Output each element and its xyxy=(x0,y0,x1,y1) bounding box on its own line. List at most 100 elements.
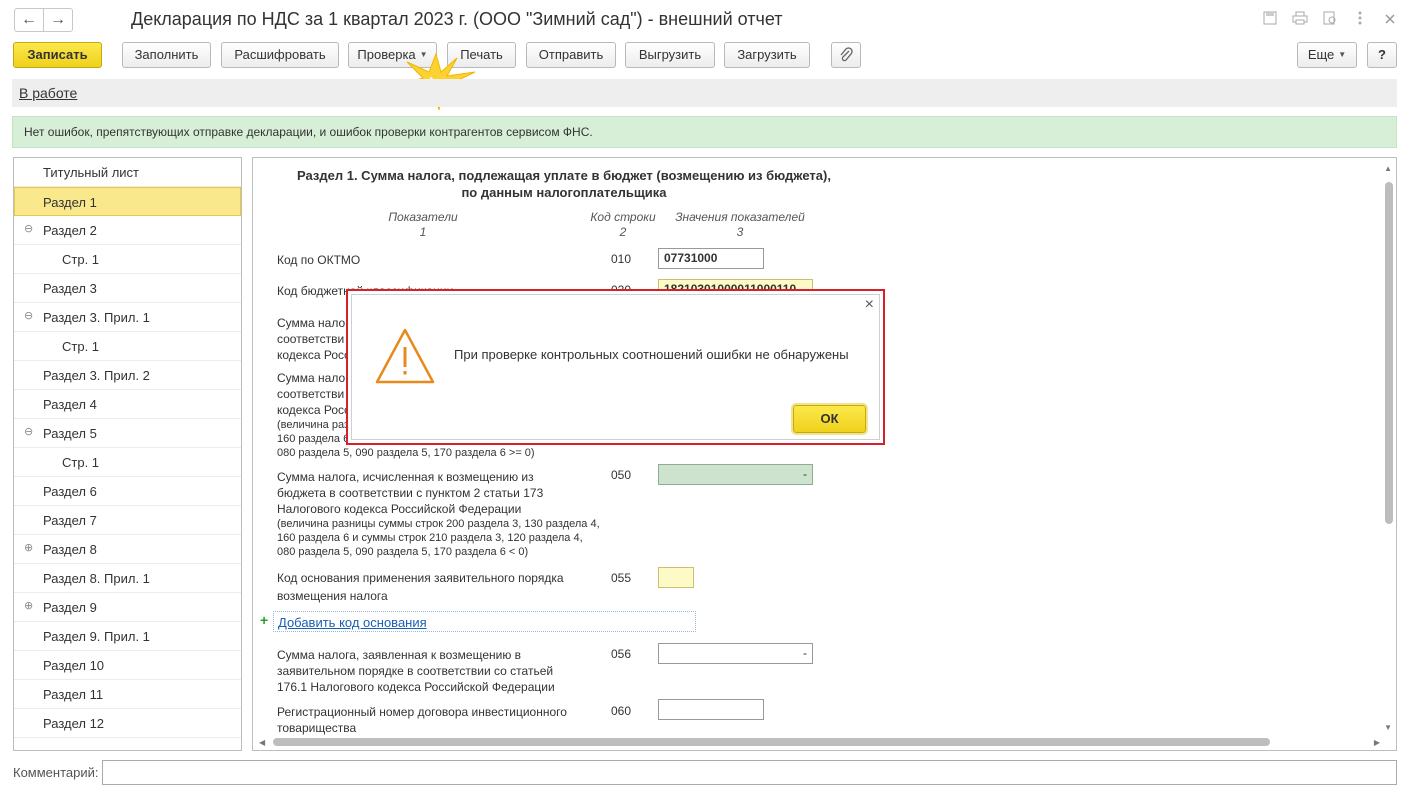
sidebar-item-section-5-page-1[interactable]: Стр. 1 xyxy=(14,448,241,477)
sidebar-item-section-2[interactable]: ⊖ Раздел 2 xyxy=(14,216,241,245)
sidebar-item-label: Раздел 9. Прил. 1 xyxy=(43,629,150,644)
status-link[interactable]: В работе xyxy=(19,85,77,101)
declared-refund-field[interactable]: - xyxy=(658,643,813,664)
sidebar-item-section-9-app-1[interactable]: Раздел 9. Прил. 1 xyxy=(14,622,241,651)
sidebar-item-section-7[interactable]: Раздел 7 xyxy=(14,506,241,535)
scroll-up-icon[interactable]: ▲ xyxy=(1384,164,1392,173)
close-window-icon[interactable] xyxy=(1381,11,1399,29)
add-basis-link[interactable]: Добавить код основания xyxy=(278,615,427,630)
dialog-message: При проверке контрольных соотношений оши… xyxy=(454,347,849,362)
attach-button[interactable] xyxy=(831,42,861,68)
investment-contract-field[interactable] xyxy=(658,699,764,720)
sidebar-item-label: Раздел 1 xyxy=(43,195,97,210)
sidebar-item-section-8-app-1[interactable]: Раздел 8. Прил. 1 xyxy=(14,564,241,593)
save-button[interactable]: Записать xyxy=(13,42,102,68)
sidebar-item-section-10[interactable]: Раздел 10 xyxy=(14,651,241,680)
import-button[interactable]: Загрузить xyxy=(724,42,810,68)
horizontal-scrollbar[interactable] xyxy=(273,738,1361,746)
decode-button[interactable]: Расшифровать xyxy=(221,42,339,68)
sidebar-item-label: Раздел 6 xyxy=(43,484,97,499)
oktmo-field[interactable]: 07731000 xyxy=(658,248,764,269)
column-header-label: Показатели xyxy=(388,210,458,224)
section-title: Раздел 1. Сумма налога, подлежащая уплат… xyxy=(253,167,875,201)
fill-button[interactable]: Заполнить xyxy=(122,42,211,68)
sidebar-item-label: Титульный лист xyxy=(43,165,140,180)
column-header-code: Код строки 2 xyxy=(583,210,663,240)
row-note-line: (величина разницы суммы строк 200 раздел… xyxy=(277,518,600,530)
row-label-055: Код основания применения заявительного п… xyxy=(277,570,564,604)
scroll-thumb[interactable] xyxy=(273,738,1270,746)
scroll-right-icon[interactable]: ▶ xyxy=(1374,738,1380,747)
print-icon[interactable] xyxy=(1291,11,1309,29)
export-button[interactable]: Выгрузить xyxy=(625,42,715,68)
sidebar-item-section-6[interactable]: Раздел 6 xyxy=(14,477,241,506)
sidebar-item-label: Раздел 9 xyxy=(43,600,97,615)
sidebar-item-section-11[interactable]: Раздел 11 xyxy=(14,680,241,709)
sidebar-item-section-8[interactable]: ⊕ Раздел 8 xyxy=(14,535,241,564)
sidebar-item-label: Раздел 2 xyxy=(43,223,97,238)
sidebar-item-label: Стр. 1 xyxy=(62,339,100,354)
sidebar-item-section-9[interactable]: ⊕ Раздел 9 xyxy=(14,593,241,622)
scroll-thumb[interactable] xyxy=(1385,182,1393,524)
back-button[interactable]: ← xyxy=(14,8,44,32)
sidebar-item-section-2-page-1[interactable]: Стр. 1 xyxy=(14,245,241,274)
arrow-right-icon: → xyxy=(50,11,66,28)
sidebar-item-section-3-app-1[interactable]: ⊖ Раздел 3. Прил. 1 xyxy=(14,303,241,332)
sidebar-item-section-3-app-2[interactable]: Раздел 3. Прил. 2 xyxy=(14,361,241,390)
window-title: Декларация по НДС за 1 квартал 2023 г. (… xyxy=(131,9,783,29)
form-panel: Раздел 1. Сумма налога, подлежащая уплат… xyxy=(252,157,1397,751)
section-title-line-1: Раздел 1. Сумма налога, подлежащая уплат… xyxy=(297,168,831,183)
forward-button[interactable]: → xyxy=(43,8,73,32)
expand-icon[interactable]: ⊕ xyxy=(24,599,33,612)
column-header-number: 1 xyxy=(419,225,427,239)
preview-icon[interactable] xyxy=(1321,11,1339,29)
row-label-line: бюджета в соответствии с пунктом 2 стать… xyxy=(277,486,544,500)
collapse-icon[interactable]: ⊖ xyxy=(24,309,33,322)
collapse-icon[interactable]: ⊖ xyxy=(24,425,33,438)
row-label-line: кодекса Росс xyxy=(277,348,351,362)
sidebar-item-label: Стр. 1 xyxy=(62,455,100,470)
row-label-line: возмещения налога xyxy=(277,589,388,603)
row-label-oktmo: Код по ОКТМО xyxy=(277,253,361,267)
sidebar-item-section-4[interactable]: Раздел 4 xyxy=(14,390,241,419)
add-basis-row: + Добавить код основания xyxy=(260,611,696,632)
sidebar-item-label: Раздел 8 xyxy=(43,542,97,557)
column-header-indicators: Показатели 1 xyxy=(363,210,483,240)
ok-button[interactable]: ОК xyxy=(791,403,868,435)
row-code-055: 055 xyxy=(611,571,632,585)
comment-input[interactable] xyxy=(102,760,1397,785)
scroll-down-icon[interactable]: ▼ xyxy=(1384,723,1392,732)
row-label-050: Сумма налога, исчисленная к возмещению и… xyxy=(277,469,600,559)
tax-refund-field[interactable]: - xyxy=(658,464,813,485)
row-code-060: 060 xyxy=(611,704,632,718)
comment-label: Комментарий: xyxy=(13,765,99,780)
row-code-056: 056 xyxy=(611,647,632,661)
close-icon[interactable]: × xyxy=(865,296,874,314)
sidebar-item-section-3-app-1-page-1[interactable]: Стр. 1 xyxy=(14,332,241,361)
row-code-050: 050 xyxy=(611,468,632,482)
sidebar-item-section-5[interactable]: ⊖ Раздел 5 xyxy=(14,419,241,448)
scroll-left-icon[interactable]: ◀ xyxy=(259,738,265,747)
basis-code-field[interactable] xyxy=(658,567,694,588)
column-header-label: Код строки xyxy=(590,210,656,224)
column-header-number: 3 xyxy=(736,225,744,239)
sidebar-item-section-1[interactable]: Раздел 1 xyxy=(14,187,241,216)
plus-icon: + xyxy=(260,612,269,628)
expand-icon[interactable]: ⊕ xyxy=(24,541,33,554)
vertical-scrollbar[interactable] xyxy=(1385,178,1393,726)
sidebar-item-section-3[interactable]: Раздел 3 xyxy=(14,274,241,303)
column-header-values: Значения показателей 3 xyxy=(665,210,815,240)
menu-icon[interactable] xyxy=(1351,11,1369,29)
sidebar-item-label: Раздел 11 xyxy=(43,687,104,702)
row-label-line: 176.1 Налогового кодекса Российской Феде… xyxy=(277,680,555,694)
more-dropdown-button[interactable]: Еще ▼ xyxy=(1297,42,1357,68)
sidebar-item-label: Раздел 3. Прил. 2 xyxy=(43,368,150,383)
collapse-icon[interactable]: ⊖ xyxy=(24,222,33,235)
send-button[interactable]: Отправить xyxy=(526,42,616,68)
info-message: Нет ошибок, препятствующих отправке декл… xyxy=(24,125,593,139)
sidebar-item-title[interactable]: Титульный лист xyxy=(14,158,241,187)
sidebar-item-section-12[interactable]: Раздел 12 xyxy=(14,709,241,738)
save-icon[interactable] xyxy=(1261,11,1279,29)
row-note-line: 080 раздела 5, 090 раздела 5, 170 раздел… xyxy=(277,447,535,459)
help-button[interactable]: ? xyxy=(1367,42,1397,68)
